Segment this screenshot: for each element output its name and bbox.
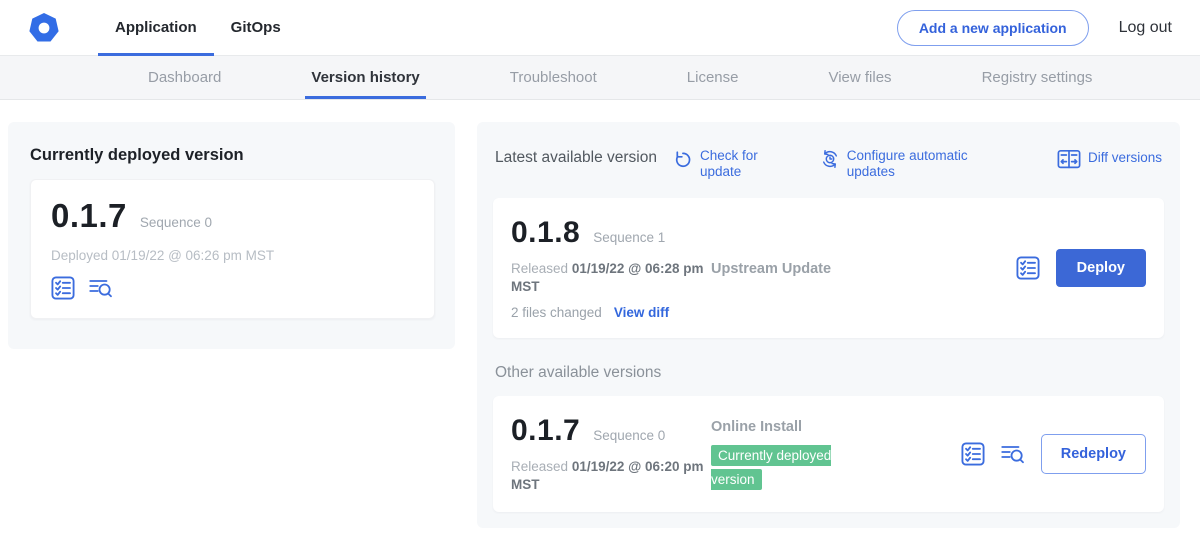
latest-version-number: 0.1.8 (511, 216, 580, 250)
refresh-icon (673, 149, 693, 169)
deploy-button[interactable]: Deploy (1056, 249, 1146, 287)
preflight-checklist-icon[interactable] (1016, 256, 1040, 280)
other-released-line: Released 01/19/22 @ 06:20 pm MST (511, 458, 711, 493)
subnav-dashboard[interactable]: Dashboard (142, 56, 227, 99)
auto-update-clock-icon (820, 149, 840, 169)
other-source-label: Online Install (711, 419, 961, 435)
deployed-sequence-label: Sequence 0 (140, 215, 212, 230)
deployed-panel-title: Currently deployed version (30, 146, 435, 165)
deployed-version-number: 0.1.7 (51, 197, 127, 235)
other-version-card: 0.1.7 Sequence 0 Released 01/19/22 @ 06:… (493, 396, 1164, 511)
diff-versions-action[interactable]: Diff versions (1057, 148, 1162, 169)
tab-application[interactable]: Application (98, 0, 214, 56)
redeploy-button[interactable]: Redeploy (1041, 434, 1146, 474)
available-panel-header: Latest available version Check for updat… (493, 138, 1164, 184)
header-tabs: Application GitOps (98, 0, 298, 56)
latest-available-title: Latest available version (495, 148, 657, 169)
currently-deployed-panel: Currently deployed version 0.1.7 Sequenc… (8, 122, 455, 349)
other-sequence-label: Sequence 0 (593, 428, 665, 443)
add-new-application-button[interactable]: Add a new application (897, 10, 1089, 46)
currently-deployed-badge: Currently deployed version (711, 445, 831, 490)
preflight-checklist-icon[interactable] (961, 442, 985, 466)
diff-versions-label: Diff versions (1088, 150, 1162, 166)
subnav-license[interactable]: License (681, 56, 745, 99)
subnav-version-history[interactable]: Version history (305, 56, 425, 99)
app-subnav: Dashboard Version history Troubleshoot L… (0, 56, 1200, 100)
logout-button[interactable]: Log out (1119, 19, 1172, 37)
check-update-label: Check for update (700, 148, 758, 180)
latest-released-line: Released 01/19/22 @ 06:28 pm MST (511, 260, 711, 295)
configure-updates-label: Configure automatic updates (847, 148, 968, 180)
deployed-date-line: Deployed 01/19/22 @ 06:26 pm MST (51, 248, 414, 263)
diff-columns-icon (1057, 149, 1081, 169)
view-diff-link[interactable]: View diff (614, 305, 669, 320)
subnav-troubleshoot[interactable]: Troubleshoot (504, 56, 603, 99)
subnav-registry-settings[interactable]: Registry settings (976, 56, 1099, 99)
view-logs-icon[interactable] (89, 276, 113, 300)
main-content: Currently deployed version 0.1.7 Sequenc… (0, 100, 1200, 528)
check-for-update-action[interactable]: Check for update (673, 148, 758, 180)
deployed-version-card: 0.1.7 Sequence 0 Deployed 01/19/22 @ 06:… (30, 179, 435, 319)
other-version-number: 0.1.7 (511, 414, 580, 448)
preflight-checklist-icon[interactable] (51, 276, 75, 300)
other-versions-title: Other available versions (495, 364, 1164, 382)
app-logo-icon (28, 12, 60, 44)
latest-source-label: Upstream Update (711, 261, 1016, 277)
configure-automatic-updates-action[interactable]: Configure automatic updates (820, 148, 968, 180)
latest-sequence-label: Sequence 1 (593, 230, 665, 245)
subnav-view-files[interactable]: View files (822, 56, 897, 99)
latest-version-card: 0.1.8 Sequence 1 Released 01/19/22 @ 06:… (493, 198, 1164, 338)
top-header: Application GitOps Add a new application… (0, 0, 1200, 56)
header-right: Add a new application Log out (897, 10, 1172, 46)
tab-gitops[interactable]: GitOps (214, 0, 298, 56)
available-versions-panel: Latest available version Check for updat… (477, 122, 1180, 528)
view-logs-icon[interactable] (1001, 442, 1025, 466)
files-changed-label: 2 files changed (511, 305, 602, 320)
